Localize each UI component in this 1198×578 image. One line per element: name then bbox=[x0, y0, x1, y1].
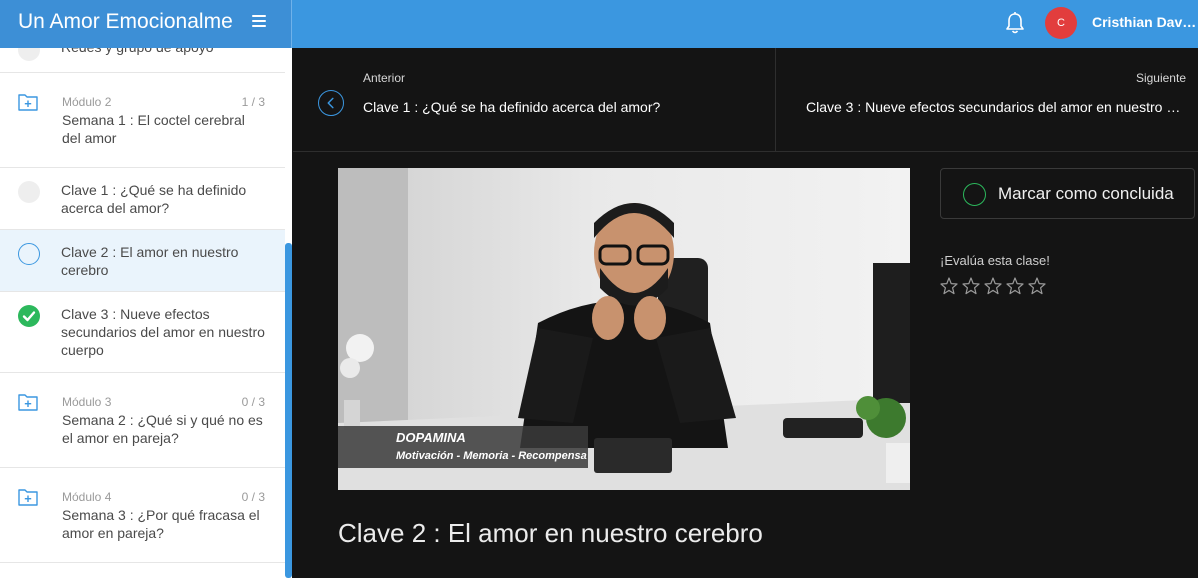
mark-complete-button[interactable]: Marcar como concluida bbox=[940, 168, 1195, 219]
course-title-box: Un Amor Emocionalme bbox=[0, 0, 292, 48]
module-progress-count: 0 / 3 bbox=[241, 395, 265, 409]
module-label: Módulo 4 bbox=[62, 490, 112, 504]
module-title: Semana 2 : ¿Qué si y qué no es el amor e… bbox=[62, 412, 263, 446]
lesson-navigation: Anterior Clave 1 : ¿Qué se ha definido a… bbox=[293, 48, 1198, 152]
nav-divider bbox=[775, 48, 776, 152]
menu-icon[interactable] bbox=[252, 15, 266, 29]
video-overlay-subtitle: Motivación - Memoria - Recompensa bbox=[396, 450, 587, 462]
sidebar-scrollbar[interactable] bbox=[285, 243, 292, 578]
user-name[interactable]: Cristhian David ... bbox=[1092, 14, 1198, 30]
circle-outline-icon bbox=[963, 183, 986, 206]
previous-label: Anterior bbox=[363, 71, 406, 85]
lesson-title: Clave 3 : Nueve efectos secundarios del … bbox=[61, 306, 265, 358]
folder-add-icon bbox=[18, 489, 38, 506]
module-title: Semana 1 : El coctel cerebral del amor bbox=[62, 112, 245, 146]
course-title: Un Amor Emocionalme bbox=[18, 10, 233, 33]
module-progress-count: 0 / 3 bbox=[241, 490, 265, 504]
lesson-title: Redes y grupo de apoyo bbox=[61, 48, 266, 56]
module-title: Semana 3 : ¿Por qué fracasa el amor en p… bbox=[62, 507, 260, 541]
module-label: Módulo 3 bbox=[62, 395, 112, 409]
bell-icon[interactable] bbox=[1004, 11, 1026, 35]
previous-lesson-link[interactable]: Clave 1 : ¿Qué se ha definido acerca del… bbox=[363, 99, 763, 115]
video-overlay-title: DOPAMINA bbox=[396, 430, 466, 445]
lesson-title: Clave 2 : El amor en nuestro cerebro bbox=[61, 244, 239, 278]
sidebar-module-4[interactable]: Módulo 4 0 / 3 Semana 3 : ¿Por qué fraca… bbox=[0, 468, 285, 563]
check-completed-icon bbox=[18, 305, 40, 327]
star-icon[interactable] bbox=[1028, 277, 1046, 295]
avatar[interactable]: C bbox=[1045, 7, 1077, 39]
chevron-left-icon[interactable] bbox=[318, 90, 344, 116]
next-lesson-link[interactable]: Clave 3 : Nueve efectos secundarios del … bbox=[806, 99, 1181, 115]
folder-add-icon bbox=[18, 94, 38, 111]
star-icon[interactable] bbox=[940, 277, 958, 295]
video-player[interactable]: DOPAMINA Motivación - Memoria - Recompen… bbox=[338, 168, 910, 490]
status-current-icon bbox=[18, 243, 40, 265]
top-bar: Un Amor Emocionalme C Cristhian David ..… bbox=[0, 0, 1198, 48]
sidebar-lesson-clave-3[interactable]: Clave 3 : Nueve efectos secundarios del … bbox=[0, 292, 285, 373]
lesson-title-heading: Clave 2 : El amor en nuestro cerebro bbox=[338, 518, 763, 548]
star-icon[interactable] bbox=[984, 277, 1002, 295]
sidebar-module-2[interactable]: Módulo 2 1 / 3 Semana 1 : El coctel cere… bbox=[0, 73, 285, 168]
module-label: Módulo 2 bbox=[62, 95, 112, 109]
mark-complete-label: Marcar como concluida bbox=[998, 184, 1174, 203]
sidebar-lesson-cut[interactable]: Redes y grupo de apoyo bbox=[0, 48, 285, 73]
status-not-started-icon bbox=[18, 48, 40, 61]
module-progress-count: 1 / 3 bbox=[241, 95, 265, 109]
sidebar-lesson-clave-1[interactable]: Clave 1 : ¿Qué se ha definido acerca del… bbox=[0, 168, 285, 230]
star-icon[interactable] bbox=[1006, 277, 1024, 295]
next-label: Siguiente bbox=[1135, 71, 1186, 85]
folder-add-icon bbox=[18, 394, 38, 411]
status-not-started-icon bbox=[18, 181, 40, 203]
course-sidebar: Redes y grupo de apoyo Módulo 2 1 / 3 Se… bbox=[0, 48, 292, 578]
star-rating bbox=[940, 277, 1050, 295]
star-icon[interactable] bbox=[962, 277, 980, 295]
sidebar-module-3[interactable]: Módulo 3 0 / 3 Semana 2 : ¿Qué si y qué … bbox=[0, 373, 285, 468]
sidebar-lesson-clave-2[interactable]: Clave 2 : El amor en nuestro cerebro bbox=[0, 230, 285, 292]
rate-class-label: ¡Evalúa esta clase! bbox=[940, 253, 1050, 268]
video-frame-image: DOPAMINA Motivación - Memoria - Recompen… bbox=[338, 168, 910, 490]
lesson-title: Clave 1 : ¿Qué se ha definido acerca del… bbox=[61, 182, 247, 216]
